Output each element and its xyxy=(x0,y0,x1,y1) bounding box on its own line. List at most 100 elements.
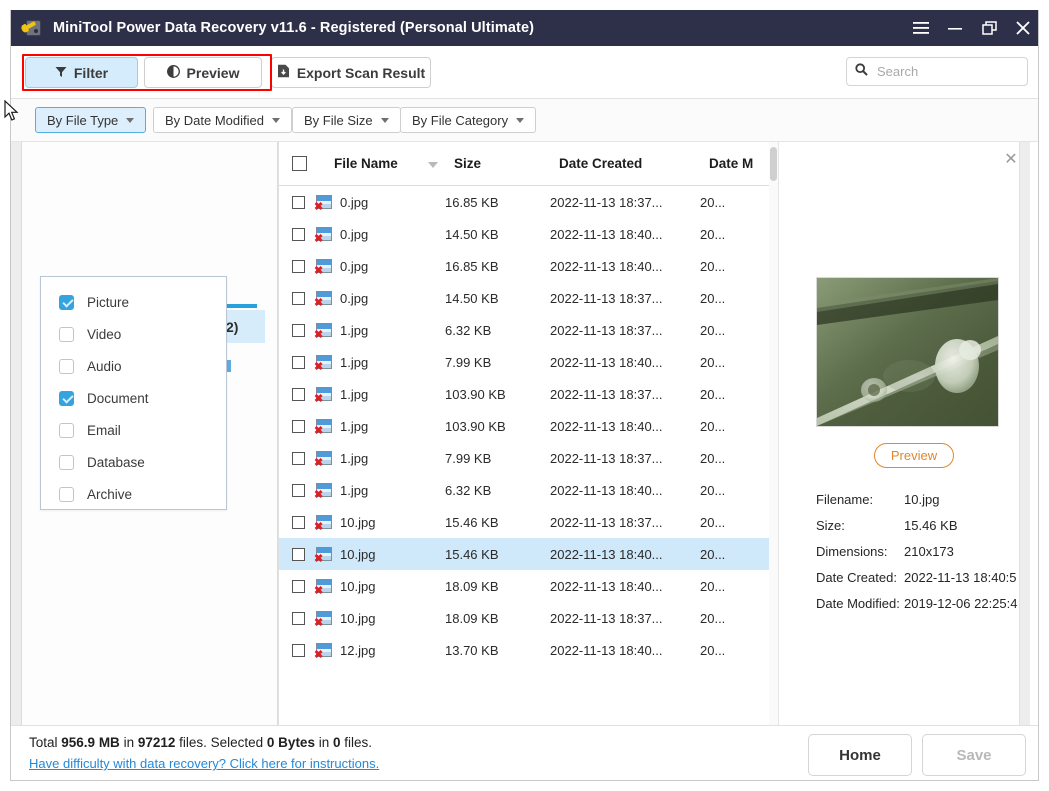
column-header-date-modified[interactable]: Date M xyxy=(709,156,769,171)
close-icon[interactable]: ✕ xyxy=(1003,152,1019,168)
cell-created: 2022-11-13 18:37... xyxy=(550,450,663,466)
filter-option-archive[interactable]: Archive xyxy=(41,478,226,510)
hamburger-menu-icon[interactable] xyxy=(904,10,938,46)
table-row[interactable]: ✖ 10.jpg 18.09 KB 2022-11-13 18:40... 20... xyxy=(279,570,778,602)
checkbox-checked-icon[interactable] xyxy=(59,294,74,310)
table-row[interactable]: ✖ 0.jpg 14.50 KB 2022-11-13 18:37... 20... xyxy=(279,282,778,314)
export-scan-result-button[interactable]: Export Scan Result xyxy=(271,57,431,88)
filter-button[interactable]: Filter xyxy=(25,57,138,88)
preview-button[interactable]: Preview xyxy=(144,57,262,88)
filter-option-label: Audio xyxy=(87,358,122,374)
row-checkbox[interactable] xyxy=(292,323,305,337)
preview-detail-label: Filename: xyxy=(816,491,874,507)
restore-window-icon[interactable] xyxy=(972,10,1006,46)
row-checkbox[interactable] xyxy=(292,387,305,401)
cell-created: 2022-11-13 18:40... xyxy=(550,226,663,242)
cell-created: 2022-11-13 18:40... xyxy=(550,418,663,434)
left-panel-obscured-tab[interactable]: 2) xyxy=(223,310,265,343)
picture-file-deleted-icon: ✖ xyxy=(314,195,332,213)
row-checkbox[interactable] xyxy=(292,291,305,305)
table-row[interactable]: ✖ 0.jpg 16.85 KB 2022-11-13 18:40... 20... xyxy=(279,250,778,282)
preview-image-button-label: Preview xyxy=(890,448,938,463)
file-list-scrollbar-thumb[interactable] xyxy=(770,147,777,181)
help-instructions-link[interactable]: Have difficulty with data recovery? Clic… xyxy=(29,756,379,771)
preview-detail-row: Filename: 10.jpg xyxy=(816,486,1036,512)
row-checkbox[interactable] xyxy=(292,227,305,241)
row-checkbox[interactable] xyxy=(292,515,305,529)
row-checkbox[interactable] xyxy=(292,355,305,369)
table-row[interactable]: ✖ 10.jpg 15.46 KB 2022-11-13 18:40... 20... xyxy=(279,538,778,570)
row-checkbox[interactable] xyxy=(292,579,305,593)
left-panel-scrollbar[interactable] xyxy=(11,142,22,725)
filter-by-file-type-button[interactable]: By File Type xyxy=(35,107,147,133)
table-row[interactable]: ✖ 12.jpg 13.70 KB 2022-11-13 18:40... 20... xyxy=(279,634,778,666)
title-bar: MiniTool Power Data Recovery v11.6 - Reg… xyxy=(11,10,1038,46)
preview-image-button[interactable]: Preview xyxy=(874,443,954,468)
filter-option-picture[interactable]: Picture xyxy=(41,286,226,318)
filter-option-label: Document xyxy=(87,390,149,406)
cell-name: 10.jpg xyxy=(340,578,376,594)
save-button[interactable]: Save xyxy=(922,734,1026,776)
search-box[interactable] xyxy=(846,57,1028,86)
column-header-file-name[interactable]: File Name xyxy=(334,156,454,171)
checkbox-unchecked-icon[interactable] xyxy=(59,358,74,374)
minimize-icon[interactable] xyxy=(938,10,972,46)
filter-by-file-size-button[interactable]: By File Size xyxy=(292,107,401,133)
close-icon[interactable] xyxy=(1006,10,1038,46)
checkbox-unchecked-icon[interactable] xyxy=(59,486,74,502)
picture-file-deleted-icon: ✖ xyxy=(314,611,332,629)
checkbox-unchecked-icon[interactable] xyxy=(59,422,74,438)
select-all-checkbox[interactable] xyxy=(292,156,307,171)
filter-option-email[interactable]: Email xyxy=(41,414,226,446)
table-row[interactable]: ✖ 1.jpg 7.99 KB 2022-11-13 18:40... 20... xyxy=(279,346,778,378)
table-row[interactable]: ✖ 10.jpg 18.09 KB 2022-11-13 18:37... 20... xyxy=(279,602,778,634)
filter-by-file-category-button[interactable]: By File Category xyxy=(400,107,537,133)
file-type-filter-dropdown[interactable]: Picture Video Audio Document Email Database Ar… xyxy=(40,276,227,510)
sort-descending-icon[interactable] xyxy=(428,162,438,168)
row-checkbox[interactable] xyxy=(292,259,305,273)
home-button[interactable]: Home xyxy=(808,734,912,776)
filter-by-date-modified-button[interactable]: By Date Modified xyxy=(153,107,292,133)
row-checkbox[interactable] xyxy=(292,195,305,209)
filter-option-label: Video xyxy=(87,326,122,342)
preview-detail-value: 210x173 xyxy=(904,543,954,559)
checkbox-unchecked-icon[interactable] xyxy=(59,326,74,342)
filter-option-database[interactable]: Database xyxy=(41,446,226,478)
disk-wrench-icon xyxy=(22,18,43,38)
cell-size: 7.99 KB xyxy=(445,450,492,466)
column-header-date-created[interactable]: Date Created xyxy=(559,156,709,171)
row-checkbox[interactable] xyxy=(292,643,305,657)
search-input[interactable] xyxy=(875,63,1019,80)
row-checkbox[interactable] xyxy=(292,547,305,561)
chevron-down-icon xyxy=(516,117,525,123)
file-list-scrollbar[interactable] xyxy=(769,142,778,725)
row-checkbox[interactable] xyxy=(292,483,305,497)
preview-detail-row: Dimensions: 210x173 xyxy=(816,538,1036,564)
table-row[interactable]: ✖ 1.jpg 6.32 KB 2022-11-13 18:40... 20... xyxy=(279,474,778,506)
picture-file-deleted-icon: ✖ xyxy=(314,387,332,405)
table-row[interactable]: ✖ 0.jpg 14.50 KB 2022-11-13 18:40... 20... xyxy=(279,218,778,250)
preview-panel-scrollbar[interactable] xyxy=(1019,142,1030,725)
row-checkbox[interactable] xyxy=(292,611,305,625)
filter-option-audio[interactable]: Audio xyxy=(41,350,226,382)
chevron-down-icon xyxy=(380,117,389,123)
column-header-size[interactable]: Size xyxy=(454,156,559,171)
table-row[interactable]: ✖ 1.jpg 103.90 KB 2022-11-13 18:40... 20... xyxy=(279,410,778,442)
table-row[interactable]: ✖ 1.jpg 7.99 KB 2022-11-13 18:37... 20... xyxy=(279,442,778,474)
checkbox-checked-icon[interactable] xyxy=(59,390,74,406)
cell-created: 2022-11-13 18:40... xyxy=(550,482,663,498)
checkbox-unchecked-icon[interactable] xyxy=(59,454,74,470)
row-checkbox[interactable] xyxy=(292,451,305,465)
table-row[interactable]: ✖ 10.jpg 15.46 KB 2022-11-13 18:37... 20... xyxy=(279,506,778,538)
row-checkbox[interactable] xyxy=(292,419,305,433)
picture-file-deleted-icon: ✖ xyxy=(314,323,332,341)
filter-option-video[interactable]: Video xyxy=(41,318,226,350)
picture-file-deleted-icon: ✖ xyxy=(314,451,332,469)
table-row[interactable]: ✖ 1.jpg 6.32 KB 2022-11-13 18:37... 20... xyxy=(279,314,778,346)
table-row[interactable]: ✖ 0.jpg 16.85 KB 2022-11-13 18:37... 20... xyxy=(279,186,778,218)
cell-name: 1.jpg xyxy=(340,450,369,466)
table-row[interactable]: ✖ 1.jpg 103.90 KB 2022-11-13 18:37... 20... xyxy=(279,378,778,410)
filter-option-label: Archive xyxy=(87,486,133,502)
filter-option-document[interactable]: Document xyxy=(41,382,226,414)
filter-criteria-bar: By File Type By Date Modified By File Si… xyxy=(11,99,1038,142)
